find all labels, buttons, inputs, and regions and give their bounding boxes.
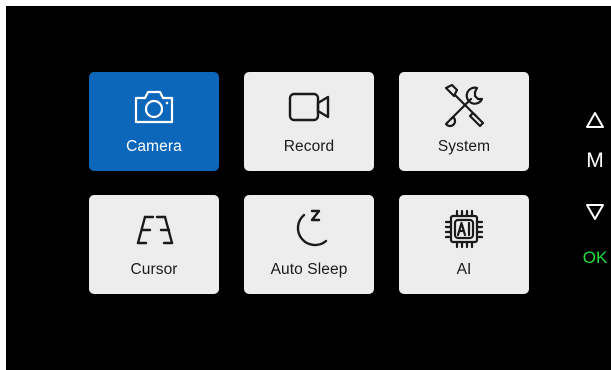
cursor-label: Cursor [130,261,178,278]
record-label: Record [283,138,335,155]
system-tile[interactable]: System [399,72,529,171]
camera-label: Camera [126,138,182,155]
device-screen: Camera Record System Cursor Auto Sleep A… [6,6,611,370]
ai-label: AI [456,261,472,278]
video-camera-icon [244,80,374,132]
auto-sleep-label: Auto Sleep [270,261,348,278]
down-triangle-icon [586,204,604,220]
moon-sleep-icon [244,203,374,255]
record-tile[interactable]: Record [244,72,374,171]
camera-tile[interactable]: Camera [89,72,219,171]
ok-button[interactable]: OK [576,248,611,268]
tools-icon [399,80,529,132]
ai-chip-icon [399,203,529,255]
mode-button[interactable]: M [576,149,611,173]
ai-tile[interactable]: AI [399,195,529,294]
up-triangle-icon [586,112,604,128]
auto-sleep-tile[interactable]: Auto Sleep [244,195,374,294]
up-button[interactable] [576,111,611,129]
down-button[interactable] [576,203,611,221]
cursor-tile[interactable]: Cursor [89,195,219,294]
cursor-guide-icon [89,203,219,255]
camera-icon [89,80,219,132]
system-label: System [437,138,491,155]
